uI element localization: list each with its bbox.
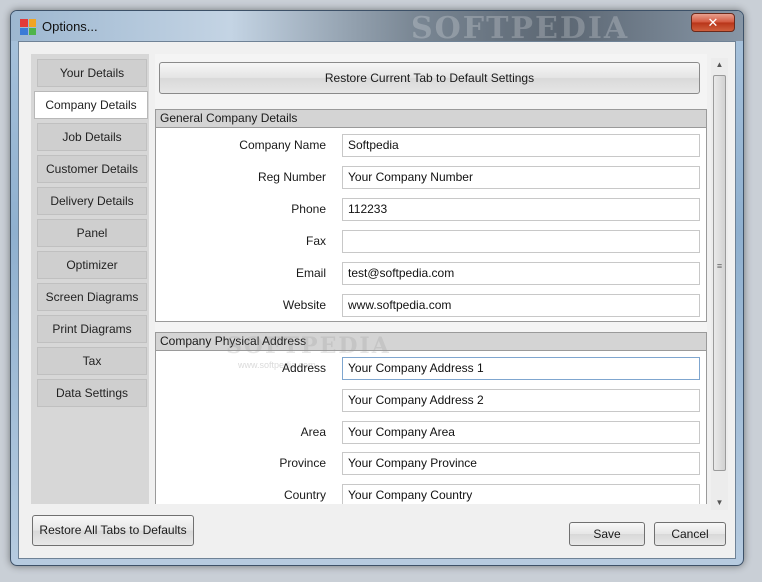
- phone-row: Phone 112233: [156, 198, 706, 222]
- address-line-1-field[interactable]: Your Company Address 1: [342, 357, 700, 380]
- province-field[interactable]: Your Company Province: [342, 452, 700, 475]
- sidebar-item-job-details[interactable]: Job Details: [37, 123, 147, 151]
- company-details-panel: Restore Current Tab to Default Settings …: [155, 54, 707, 504]
- dialog-body: Your Details Company Details Job Details…: [18, 41, 736, 559]
- save-button[interactable]: Save: [569, 522, 645, 546]
- restore-all-tabs-button[interactable]: Restore All Tabs to Defaults: [32, 515, 194, 546]
- email-row: Email test@softpedia.com: [156, 262, 706, 286]
- company-physical-address-group: Company Physical Address SOFTPEDIA www.s…: [155, 332, 707, 504]
- sidebar-item-tax[interactable]: Tax: [37, 347, 147, 375]
- grip-icon: ≡: [716, 261, 723, 271]
- website-row: Website www.softpedia.com: [156, 294, 706, 318]
- sidebar-item-company-details[interactable]: Company Details: [34, 91, 148, 119]
- field-label: Country: [283, 488, 326, 502]
- field-label: Email: [295, 266, 326, 280]
- address-line-2-field[interactable]: Your Company Address 2: [342, 389, 700, 412]
- sidebar-item-customer-details[interactable]: Customer Details: [37, 155, 147, 183]
- fax-row: Fax: [156, 230, 706, 254]
- field-label: Fax: [305, 234, 326, 248]
- title-bar[interactable]: Options... SOFTPEDIA ✕: [11, 11, 743, 46]
- restore-current-tab-button[interactable]: Restore Current Tab to Default Settings: [159, 62, 700, 94]
- options-window: Options... SOFTPEDIA ✕ Your Details Comp…: [10, 10, 744, 566]
- email-field[interactable]: test@softpedia.com: [342, 262, 700, 285]
- address-1-row: Address Your Company Address 1: [156, 357, 706, 381]
- scroll-up-icon[interactable]: ▲: [711, 58, 728, 72]
- watermark: SOFTPEDIA: [226, 333, 391, 359]
- scroll-down-icon[interactable]: ▼: [711, 496, 728, 510]
- reg-number-field[interactable]: Your Company Number: [342, 166, 700, 189]
- cancel-button[interactable]: Cancel: [654, 522, 726, 546]
- fax-field[interactable]: [342, 230, 700, 253]
- app-icon: [20, 19, 36, 35]
- field-label: Company Name: [239, 138, 326, 152]
- area-row: Area Your Company Area: [156, 421, 706, 445]
- field-label: Area: [300, 425, 326, 439]
- field-label: Website: [282, 298, 326, 312]
- field-label: Province: [279, 456, 326, 470]
- window-title: Options...: [42, 19, 98, 34]
- general-company-details-group: General Company Details Company Name Sof…: [155, 109, 707, 322]
- website-field[interactable]: www.softpedia.com: [342, 294, 700, 317]
- field-label: Reg Number: [257, 170, 326, 184]
- company-name-row: Company Name Softpedia: [156, 134, 706, 158]
- group-header: General Company Details: [156, 110, 706, 128]
- close-button[interactable]: ✕: [691, 13, 735, 32]
- field-label: Address: [281, 361, 326, 375]
- sidebar-item-optimizer[interactable]: Optimizer: [37, 251, 147, 279]
- country-row: Country Your Company Country: [156, 484, 706, 504]
- area-field[interactable]: Your Company Area: [342, 421, 700, 444]
- sidebar-item-screen-diagrams[interactable]: Screen Diagrams: [37, 283, 147, 311]
- phone-field[interactable]: 112233: [342, 198, 700, 221]
- sidebar-item-your-details[interactable]: Your Details: [37, 59, 147, 87]
- vertical-scrollbar[interactable]: ▲ ≡ ▼: [711, 58, 728, 510]
- field-label: Phone: [291, 202, 326, 216]
- address-2-row: Your Company Address 2: [156, 389, 706, 413]
- country-field[interactable]: Your Company Country: [342, 484, 700, 504]
- sidebar-item-delivery-details[interactable]: Delivery Details: [37, 187, 147, 215]
- reg-number-row: Reg Number Your Company Number: [156, 166, 706, 190]
- sidebar-item-panel[interactable]: Panel: [37, 219, 147, 247]
- sidebar: Your Details Company Details Job Details…: [31, 54, 149, 504]
- company-name-field[interactable]: Softpedia: [342, 134, 700, 157]
- sidebar-item-print-diagrams[interactable]: Print Diagrams: [37, 315, 147, 343]
- scroll-thumb[interactable]: ≡: [713, 75, 726, 471]
- sidebar-item-data-settings[interactable]: Data Settings: [37, 379, 147, 407]
- province-row: Province Your Company Province: [156, 452, 706, 476]
